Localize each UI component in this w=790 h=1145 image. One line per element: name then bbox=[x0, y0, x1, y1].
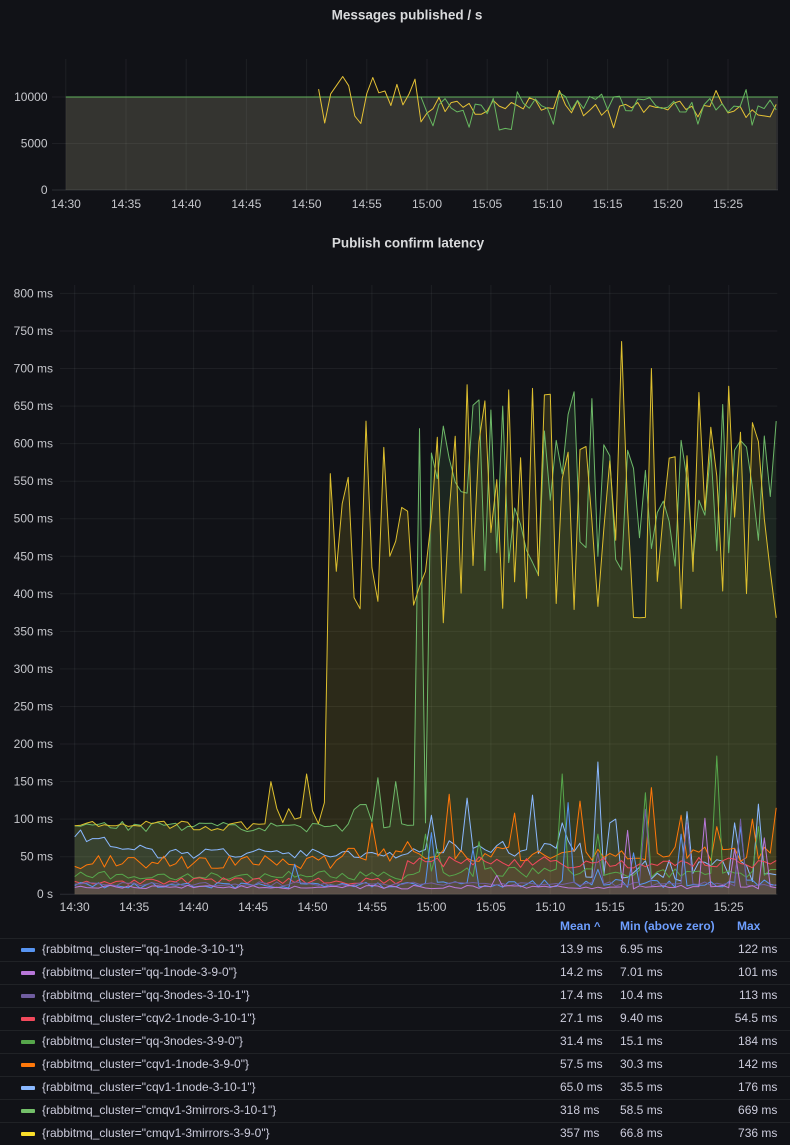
svg-text:14:45: 14:45 bbox=[231, 197, 261, 211]
svg-text:800 ms: 800 ms bbox=[14, 286, 53, 300]
svg-text:750 ms: 750 ms bbox=[14, 324, 53, 338]
svg-text:15:20: 15:20 bbox=[654, 900, 684, 914]
svg-text:15:05: 15:05 bbox=[476, 900, 506, 914]
svg-text:350 ms: 350 ms bbox=[14, 624, 53, 638]
svg-text:14:40: 14:40 bbox=[171, 197, 201, 211]
svg-text:150 ms: 150 ms bbox=[14, 775, 53, 789]
svg-text:14:50: 14:50 bbox=[292, 197, 322, 211]
svg-text:15:00: 15:00 bbox=[416, 900, 446, 914]
svg-text:15:05: 15:05 bbox=[472, 197, 502, 211]
svg-text:650 ms: 650 ms bbox=[14, 399, 53, 413]
svg-text:14:40: 14:40 bbox=[179, 900, 209, 914]
svg-text:0: 0 bbox=[41, 183, 48, 197]
svg-text:200 ms: 200 ms bbox=[14, 737, 53, 751]
svg-text:0 s: 0 s bbox=[37, 887, 53, 901]
svg-text:15:25: 15:25 bbox=[713, 197, 743, 211]
svg-text:100 ms: 100 ms bbox=[14, 812, 53, 826]
svg-text:14:55: 14:55 bbox=[357, 900, 387, 914]
svg-text:14:30: 14:30 bbox=[51, 197, 81, 211]
svg-text:300 ms: 300 ms bbox=[14, 662, 53, 676]
svg-text:250 ms: 250 ms bbox=[14, 700, 53, 714]
svg-text:14:35: 14:35 bbox=[111, 197, 141, 211]
svg-text:550 ms: 550 ms bbox=[14, 474, 53, 488]
svg-text:Messages published / s: Messages published / s bbox=[332, 8, 483, 23]
svg-text:15:25: 15:25 bbox=[714, 900, 744, 914]
svg-text:14:30: 14:30 bbox=[60, 900, 90, 914]
svg-text:400 ms: 400 ms bbox=[14, 587, 53, 601]
svg-text:450 ms: 450 ms bbox=[14, 549, 53, 563]
svg-text:15:10: 15:10 bbox=[532, 197, 562, 211]
svg-text:14:50: 14:50 bbox=[297, 900, 327, 914]
svg-text:Publish confirm latency: Publish confirm latency bbox=[332, 236, 485, 251]
svg-text:5000: 5000 bbox=[21, 137, 48, 151]
svg-text:15:10: 15:10 bbox=[535, 900, 565, 914]
svg-text:14:55: 14:55 bbox=[352, 197, 382, 211]
svg-text:15:15: 15:15 bbox=[595, 900, 625, 914]
svg-text:700 ms: 700 ms bbox=[14, 362, 53, 376]
svg-text:600 ms: 600 ms bbox=[14, 437, 53, 451]
svg-text:500 ms: 500 ms bbox=[14, 512, 53, 526]
svg-text:14:35: 14:35 bbox=[119, 900, 149, 914]
svg-text:15:15: 15:15 bbox=[593, 197, 623, 211]
svg-text:50 ms: 50 ms bbox=[20, 850, 53, 864]
svg-text:15:00: 15:00 bbox=[412, 197, 442, 211]
svg-text:15:20: 15:20 bbox=[653, 197, 683, 211]
svg-text:10000: 10000 bbox=[14, 90, 48, 104]
svg-text:14:45: 14:45 bbox=[238, 900, 268, 914]
